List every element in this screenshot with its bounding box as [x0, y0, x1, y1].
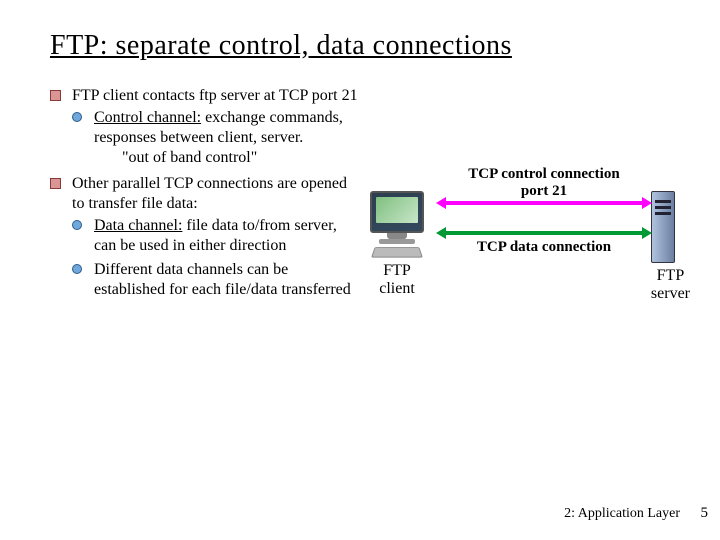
diff-channels-text: Different data channels can be establish…: [94, 261, 351, 298]
out-of-band-text: "out of band control": [94, 148, 360, 168]
page-number: 5: [688, 505, 708, 522]
ftp-client-node: FTP client: [370, 191, 424, 299]
data-channel-label: Data channel:: [94, 217, 182, 234]
data-connection-arrow: [436, 231, 652, 235]
bullet-column: FTP client contacts ftp server at TCP po…: [50, 86, 360, 306]
bullet-1-text: FTP client contacts ftp server at TCP po…: [72, 87, 358, 104]
footer-chapter: 2: Application Layer: [564, 506, 680, 522]
server-label: FTP server: [651, 267, 690, 304]
keyboard-icon: [371, 247, 423, 257]
data-connection-label: TCP data connection: [430, 239, 658, 256]
bullet-2-text: Other parallel TCP connections are opene…: [72, 175, 347, 212]
slide-title: FTP: separate control, data connections: [50, 30, 680, 62]
bullet-1-sub-1: Control channel: exchange commands, resp…: [72, 108, 360, 168]
bullet-1: FTP client contacts ftp server at TCP po…: [50, 86, 360, 168]
bullet-2-sub-2: Different data channels can be establish…: [72, 260, 360, 300]
monitor-icon: [370, 191, 424, 233]
control-connection-label: TCP control connection port 21: [430, 166, 658, 201]
client-label: FTP client: [370, 262, 424, 299]
control-connection-arrow: [436, 201, 652, 205]
bullet-2-sub-1: Data channel: file data to/from server, …: [72, 216, 360, 256]
bullet-2: Other parallel TCP connections are opene…: [50, 174, 360, 300]
control-channel-label: Control channel:: [94, 109, 201, 126]
